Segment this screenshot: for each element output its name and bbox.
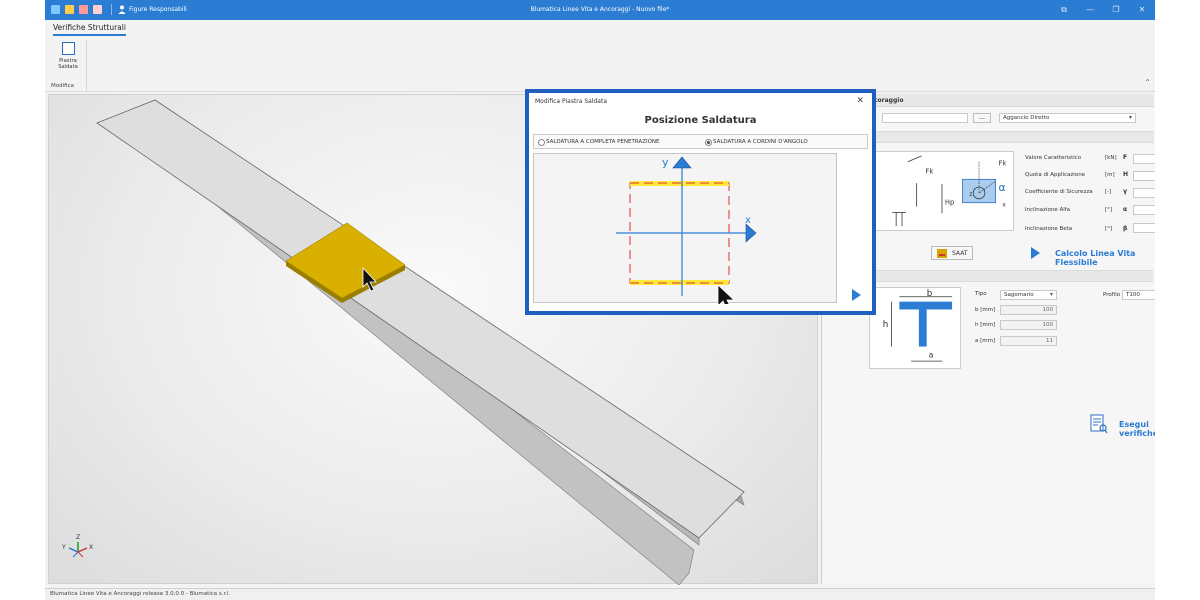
- load-unit-alpha: [°]: [1105, 207, 1113, 213]
- status-bar: Blumatica Linee Vita e Ancoraggi release…: [45, 588, 1155, 600]
- esegui-verifiche-icon[interactable]: [1090, 414, 1108, 434]
- dialog-heading: Posizione Saldatura: [644, 115, 757, 126]
- load-diagram: Fk Hp Fk α x z: [869, 151, 1014, 231]
- load-input-h[interactable]: 0: [1133, 171, 1155, 181]
- load-unit-gamma: [-]: [1105, 189, 1112, 195]
- dim-b-field-label: b [mm]: [975, 307, 996, 313]
- close-button[interactable]: ✕: [1129, 0, 1155, 20]
- piastra-saldata-label: Piastra Saldata: [58, 58, 78, 70]
- weld-position-canvas[interactable]: y x: [533, 153, 837, 311]
- load-input-alpha[interactable]: 0: [1133, 205, 1155, 215]
- tab-verifiche-strutturali[interactable]: Verifiche Strutturali: [53, 23, 126, 36]
- title-bar: Figure Responsabili Blumatica Linee Vita…: [45, 0, 1155, 20]
- browse-button[interactable]: ...: [973, 113, 991, 123]
- profile-diagram: b h a: [869, 287, 961, 369]
- dim-h-field-label: h [mm]: [975, 322, 996, 328]
- weld-type-options: SALDATURA A COMPLETA PENETRAZIONE SALDAT…: [533, 134, 868, 149]
- load-label-h: Quota di Applicazione: [1025, 172, 1086, 178]
- radio-completa-penetrazione[interactable]: SALDATURA A COMPLETA PENETRAZIONE: [538, 139, 660, 146]
- ribbon-collapse-icon[interactable]: ⌃: [1144, 78, 1151, 87]
- alpha-label: α: [999, 181, 1006, 194]
- modifica-piastra-dialog: Modifica Piastra Saldata ✕ Posizione Sal…: [525, 89, 876, 315]
- load-sym-beta: β: [1123, 225, 1128, 232]
- dim-h-label: h: [883, 320, 889, 330]
- dim-a-label: a: [929, 350, 934, 359]
- saat-label: SAAT: [952, 250, 968, 257]
- radio-cordini-angolo[interactable]: SALDATURA A CORDINI D'ANGOLO: [705, 139, 808, 146]
- dialog-cursor-icon: [717, 284, 736, 311]
- window-title: Blumatica Linee Vita e Ancoraggi - Nuovo…: [530, 6, 670, 13]
- load-input-beta[interactable]: 90: [1133, 223, 1155, 233]
- ribbon-group-label: Modifica: [51, 83, 74, 89]
- load-label-beta: Inclinazione Beta: [1025, 226, 1073, 232]
- connection-name-field[interactable]: [882, 113, 968, 123]
- fk-label-2: Fk: [999, 160, 1007, 168]
- load-sym-h: H: [1123, 171, 1129, 178]
- load-label-gamma: Coefficiente di Sicurezza: [1025, 189, 1093, 195]
- minimize-button[interactable]: —: [1077, 0, 1103, 20]
- dialog-close-icon[interactable]: ✕: [856, 96, 864, 106]
- load-unit-f: [kN]: [1105, 155, 1117, 161]
- load-sym-gamma: γ: [1123, 188, 1128, 195]
- restore-layout-button[interactable]: ⧉: [1051, 0, 1077, 20]
- load-unit-h: [m]: [1105, 172, 1115, 178]
- axis-x-label: X: [89, 544, 93, 551]
- saat-icon: [937, 249, 947, 258]
- saat-button[interactable]: SAAT: [931, 246, 973, 260]
- axis-y-label: Y: [61, 544, 66, 551]
- z-axis-label: z: [969, 192, 972, 198]
- dim-b-field[interactable]: 100: [1000, 305, 1057, 315]
- fk-label-1: Fk: [925, 167, 933, 175]
- y-axis-arrow-icon: [672, 156, 692, 169]
- dialog-title: Modifica Piastra Saldata: [535, 98, 608, 105]
- load-input-f[interactable]: 12: [1133, 154, 1155, 164]
- connection-type-select[interactable]: Aggancio Diretto: [999, 113, 1136, 123]
- x-axis-arrow-icon: [745, 223, 757, 243]
- load-label-f: Valore Caratteristico: [1025, 155, 1082, 161]
- piastra-saldata-button[interactable]: Piastra Saldata: [53, 42, 83, 76]
- load-unit-beta: [°]: [1105, 226, 1113, 232]
- load-label-alpha: Inclinazione Alfa: [1025, 207, 1071, 213]
- calc-play-icon[interactable]: [1031, 247, 1040, 259]
- axis-z-label: Z: [76, 534, 80, 541]
- dim-a-field-label: a [mm]: [975, 338, 996, 344]
- anchor-post-figure: Fk Hp: [892, 155, 954, 227]
- ribbon: Verifiche Strutturali Piastra Saldata Mo…: [45, 20, 1155, 92]
- dim-h-field[interactable]: 100: [1000, 320, 1057, 330]
- y-axis-label: y: [662, 156, 669, 169]
- load-sym-alpha: α: [1123, 206, 1128, 213]
- x-axis-label: x: [745, 215, 751, 226]
- x-axis-label: x: [1002, 203, 1006, 209]
- weld-diagram: y x: [616, 156, 757, 311]
- profilo-label: Profilo: [1103, 292, 1121, 298]
- tipo-label: Tipo: [975, 291, 987, 297]
- load-input-gamma[interactable]: 2: [1133, 188, 1155, 198]
- plate-load-figure: Fk α x z: [962, 160, 1006, 209]
- dim-a-field[interactable]: 11: [1000, 336, 1057, 346]
- window-controls: ⧉ — ❐ ✕: [1051, 0, 1155, 20]
- esegui-verifiche-button[interactable]: Esegui verifiche: [1119, 420, 1155, 438]
- calcolo-linea-vita-button[interactable]: Calcolo Linea Vita Flessibile: [1055, 249, 1155, 267]
- profilo-select[interactable]: T100: [1122, 290, 1155, 300]
- ribbon-group-modifica: Piastra Saldata Modifica: [49, 40, 87, 92]
- hp-label: Hp: [945, 199, 954, 207]
- plate-icon: [61, 42, 75, 55]
- dialog-next-icon[interactable]: [852, 289, 861, 301]
- axes-gizmo: Z X Y: [61, 534, 93, 558]
- load-sym-f: F: [1123, 154, 1128, 161]
- maximize-button[interactable]: ❐: [1103, 0, 1129, 20]
- dim-b-label: b: [927, 289, 933, 299]
- tipo-select[interactable]: Sagomario: [1000, 290, 1057, 300]
